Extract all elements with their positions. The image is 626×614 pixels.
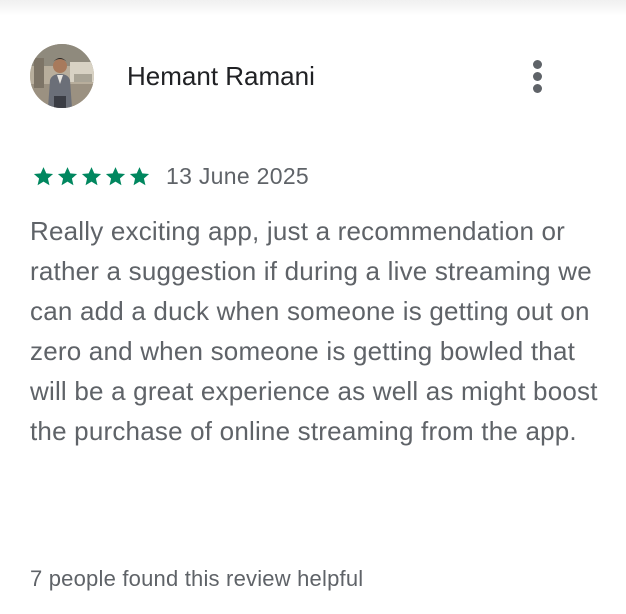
review-card: Hemant Ramani 13 June 2025 Really exciti…	[0, 0, 626, 614]
more-vert-icon	[533, 72, 542, 81]
helpful-count-text: 7 people found this review helpful	[30, 566, 364, 591]
more-options-button[interactable]	[518, 54, 558, 98]
reviewer-name: Hemant Ramani	[127, 61, 315, 91]
star-icon	[57, 166, 78, 185]
rating-row: 13 June 2025	[32, 158, 309, 194]
user-avatar-photo-icon	[30, 44, 94, 108]
star-rating	[32, 165, 152, 188]
reviewer-avatar	[30, 44, 94, 108]
star-icon	[105, 166, 126, 185]
more-vert-icon	[533, 84, 542, 93]
star-icon	[33, 166, 54, 185]
more-vert-icon	[533, 60, 542, 69]
star-icon	[129, 166, 150, 185]
review-date: 13 June 2025	[166, 162, 310, 189]
star-icon	[81, 166, 102, 185]
review-text: Really exciting app, just a recommendati…	[30, 216, 598, 446]
